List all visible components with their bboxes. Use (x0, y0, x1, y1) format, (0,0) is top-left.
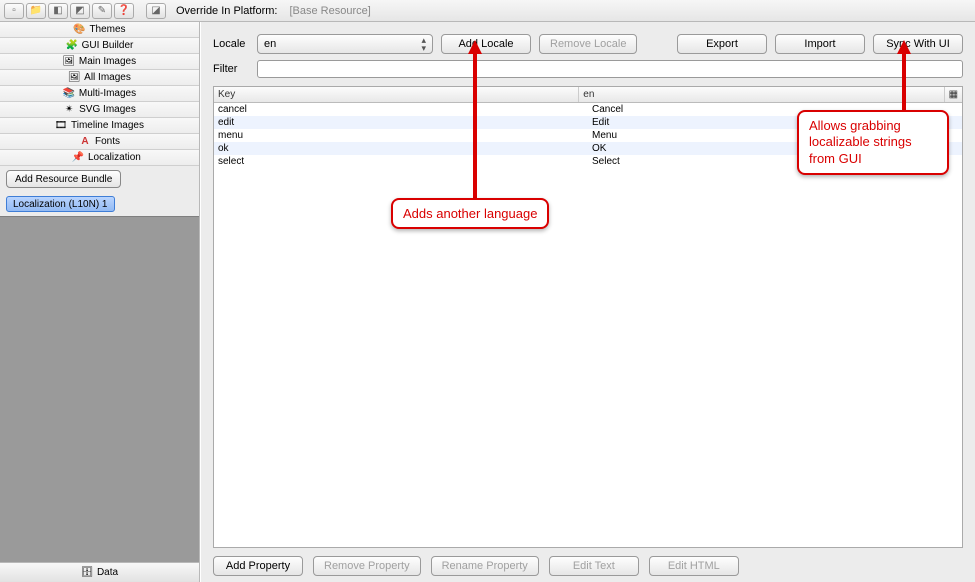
add-resource-bundle-button[interactable]: Add Resource Bundle (6, 170, 121, 188)
timeline-icon: 🎞 (55, 120, 67, 132)
fonts-icon: A (79, 136, 91, 148)
edit-text-button[interactable]: Edit Text (549, 556, 639, 576)
override-label: Override In Platform: (176, 5, 277, 17)
sidebar: 🎨 Themes 🧩 GUI Builder 🖼 Main Images 🖼 All I… (0, 22, 200, 582)
sidebar-item-label: All Images (84, 72, 131, 83)
annotation-sync: Allows grabbing localizable strings from… (797, 110, 949, 175)
sidebar-item-label: SVG Images (79, 104, 136, 115)
sidebar-item-all-images[interactable]: 🖼 All Images (0, 70, 199, 86)
locale-value: en (264, 38, 276, 50)
sidebar-item-label: Themes (89, 24, 125, 35)
image-icon: 🖼 (63, 56, 75, 68)
edit-html-button[interactable]: Edit HTML (649, 556, 739, 576)
sidebar-footer-data[interactable]: 🗄Data (0, 562, 199, 582)
sidebar-item-svg-images[interactable]: ✴ SVG Images (0, 102, 199, 118)
sidebar-item-label: Timeline Images (71, 120, 144, 131)
table-corner-icon[interactable]: ▦ (945, 87, 962, 102)
toolbar-icon-6[interactable]: ❓ (114, 3, 134, 19)
sidebar-item-themes[interactable]: 🎨 Themes (0, 22, 199, 38)
gui-builder-icon: 🧩 (66, 40, 78, 52)
column-key[interactable]: Key (214, 87, 579, 102)
remove-property-button[interactable]: Remove Property (313, 556, 421, 576)
filter-input[interactable] (257, 60, 963, 78)
base-resource: [Base Resource] (289, 5, 370, 17)
locale-label: Locale (213, 38, 249, 50)
toolbar-icon-4[interactable]: ◩ (70, 3, 90, 19)
localization-bundle-item[interactable]: Localization (L10N) 1 (6, 196, 115, 212)
pin-icon: 📌 (72, 152, 84, 164)
chevron-updown-icon: ▴▾ (421, 36, 426, 52)
bottom-toolbar: Add Property Remove Property Rename Prop… (213, 548, 963, 576)
add-locale-button[interactable]: Add Locale (441, 34, 531, 54)
table-header: Key en ▦ (214, 87, 962, 103)
filter-label: Filter (213, 63, 249, 75)
rename-property-button[interactable]: Rename Property (431, 556, 539, 576)
annotation-add-locale: Adds another language (391, 198, 549, 229)
multi-image-icon: 📚 (63, 88, 75, 100)
content-panel: Locale en ▴▾ Add Locale Remove Locale Ex… (200, 22, 975, 582)
sidebar-spacer (0, 216, 199, 562)
toolbar-icon-1[interactable]: ▫ (4, 3, 24, 19)
import-button[interactable]: Import (775, 34, 865, 54)
themes-icon: 🎨 (73, 24, 85, 36)
top-toolbar: ▫ 📁 ◧ ◩ ✎ ❓ ◪ Override In Platform: [Bas… (0, 0, 975, 22)
column-en[interactable]: en (579, 87, 944, 102)
sidebar-item-label: GUI Builder (82, 40, 134, 51)
sidebar-item-localization[interactable]: 📌 Localization (0, 150, 199, 166)
data-icon: 🗄 (81, 567, 93, 579)
sidebar-item-main-images[interactable]: 🖼 Main Images (0, 54, 199, 70)
annotation-arrow (465, 40, 485, 200)
toolbar-icon-2[interactable]: 📁 (26, 3, 46, 19)
toolbar-icon-5[interactable]: ✎ (92, 3, 112, 19)
sidebar-item-multi-images[interactable]: 📚 Multi-Images (0, 86, 199, 102)
sync-with-ui-button[interactable]: Sync With UI (873, 34, 963, 54)
sidebar-item-timeline-images[interactable]: 🎞 Timeline Images (0, 118, 199, 134)
sidebar-item-fonts[interactable]: A Fonts (0, 134, 199, 150)
svg-icon: ✴ (63, 104, 75, 116)
sidebar-item-label: Fonts (95, 136, 120, 147)
locale-select[interactable]: en ▴▾ (257, 34, 433, 54)
toolbar-icon-7[interactable]: ◪ (146, 3, 166, 19)
sidebar-item-label: Main Images (79, 56, 136, 67)
image-icon: 🖼 (68, 72, 80, 84)
toolbar-icon-3[interactable]: ◧ (48, 3, 68, 19)
sidebar-item-gui-builder[interactable]: 🧩 GUI Builder (0, 38, 199, 54)
sidebar-item-label: Localization (88, 152, 141, 163)
export-button[interactable]: Export (677, 34, 767, 54)
annotation-arrow (894, 40, 914, 112)
add-property-button[interactable]: Add Property (213, 556, 303, 576)
remove-locale-button[interactable]: Remove Locale (539, 34, 637, 54)
sidebar-item-label: Multi-Images (79, 88, 136, 99)
